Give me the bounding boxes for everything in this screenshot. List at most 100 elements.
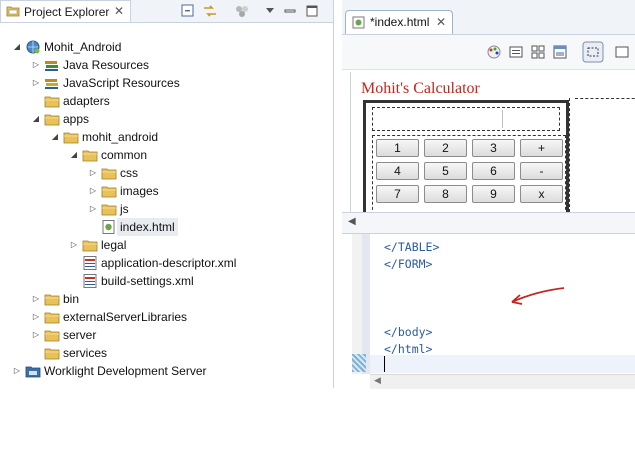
tree-item[interactable]: adapters bbox=[0, 92, 330, 110]
android-project-icon bbox=[25, 40, 41, 54]
tree-item-label: bin bbox=[63, 292, 80, 306]
source-view-icon[interactable] bbox=[508, 44, 524, 60]
tree-item[interactable]: ▷ externalServerLibraries bbox=[0, 308, 330, 326]
display-input[interactable] bbox=[375, 110, 503, 128]
tree-item[interactable]: services bbox=[0, 344, 330, 362]
tree-item[interactable]: build-settings.xml bbox=[0, 272, 330, 290]
scroll-left-icon[interactable]: ◀ bbox=[348, 216, 356, 227]
calculator-table[interactable]: 1 2 3 +4 5 6- 7 8 9 x bbox=[363, 100, 569, 212]
calculator-key[interactable]: 6 bbox=[472, 162, 515, 180]
palette-icon[interactable] bbox=[486, 44, 502, 60]
code-line[interactable]: </FORM> bbox=[384, 257, 432, 271]
tree-item[interactable]: ▷ css bbox=[0, 164, 330, 182]
design-canvas[interactable]: Mohit's Calculator 1 2 3 +4 5 6- 7 8 9 x bbox=[350, 72, 635, 212]
tree-item-label: JavaScript Resources bbox=[63, 76, 180, 90]
server-project-icon bbox=[25, 364, 41, 378]
tree-item[interactable]: ▷ Java Resources bbox=[0, 56, 330, 74]
collapsed-arrow-icon[interactable]: ▷ bbox=[69, 236, 79, 254]
layout-icon[interactable] bbox=[552, 44, 568, 60]
close-icon[interactable]: ✕ bbox=[436, 15, 446, 29]
change-marker bbox=[352, 354, 366, 372]
expanded-arrow-icon[interactable]: ◢ bbox=[31, 110, 41, 128]
code-line[interactable]: </TABLE> bbox=[384, 240, 439, 254]
calculator-display[interactable] bbox=[372, 107, 560, 131]
horizontal-scrollbar[interactable]: ◀ bbox=[370, 374, 635, 389]
folder-icon bbox=[44, 94, 60, 108]
project-explorer-icon bbox=[6, 6, 20, 17]
tree-item[interactable]: index.html bbox=[0, 218, 330, 236]
folder-icon bbox=[82, 148, 98, 162]
calculator-key[interactable]: 8 bbox=[424, 185, 467, 203]
project-explorer-tabbar: Project Explorer ✕ bbox=[0, 0, 333, 23]
collapsed-arrow-icon[interactable]: ▷ bbox=[31, 326, 41, 344]
tree-item[interactable]: ◢ Mohit_Android bbox=[0, 38, 330, 56]
text-caret bbox=[384, 356, 385, 372]
collapsed-arrow-icon[interactable]: ▷ bbox=[88, 182, 98, 200]
tree-item[interactable]: ▷ JavaScript Resources bbox=[0, 74, 330, 92]
split-view-icon[interactable] bbox=[530, 44, 546, 60]
editor-tab-index-html[interactable]: *index.html ✕ bbox=[345, 10, 453, 34]
expanded-arrow-icon[interactable]: ◢ bbox=[69, 146, 79, 164]
focus-icon[interactable] bbox=[234, 3, 250, 19]
design-mode-icon[interactable] bbox=[582, 41, 604, 63]
tree-item[interactable]: ▷ server bbox=[0, 326, 330, 344]
tree-item[interactable]: ▷ Worklight Development Server bbox=[0, 362, 330, 380]
folder-icon bbox=[44, 328, 60, 342]
collapsed-arrow-icon[interactable]: ▷ bbox=[31, 308, 41, 326]
preview-icon[interactable] bbox=[614, 44, 630, 60]
expanded-arrow-icon[interactable]: ◢ bbox=[50, 128, 60, 146]
code-line[interactable]: </body> bbox=[384, 325, 432, 339]
calculator-key[interactable]: 7 bbox=[376, 185, 419, 203]
scroll-left-icon[interactable]: ◀ bbox=[374, 375, 381, 386]
close-icon[interactable]: ✕ bbox=[114, 4, 124, 18]
tree-item-label: mohit_android bbox=[82, 130, 159, 144]
editor-tab-title: *index.html bbox=[370, 15, 430, 29]
view-menu-icon[interactable] bbox=[262, 3, 278, 19]
collapsed-arrow-icon[interactable]: ▷ bbox=[88, 200, 98, 218]
calculator-key[interactable]: x bbox=[520, 185, 563, 203]
folder-icon bbox=[44, 292, 60, 306]
tree-item[interactable]: ◢ mohit_android bbox=[0, 128, 330, 146]
tree-item-label: common bbox=[101, 148, 148, 162]
split-sash[interactable]: ◀ bbox=[342, 212, 635, 234]
collapsed-arrow-icon[interactable]: ▷ bbox=[31, 56, 41, 74]
collapsed-arrow-icon[interactable]: ▷ bbox=[31, 290, 41, 308]
tree-item[interactable]: ▷ bin bbox=[0, 290, 330, 308]
code-line[interactable]: </html> bbox=[384, 342, 432, 356]
calculator-key[interactable]: 1 bbox=[376, 139, 419, 157]
dashed-outline bbox=[575, 98, 635, 99]
calculator-key[interactable]: - bbox=[520, 162, 563, 180]
editor-gutter bbox=[352, 234, 370, 374]
tree-item[interactable]: application-descriptor.xml bbox=[0, 254, 330, 272]
folder-icon bbox=[44, 112, 60, 126]
collapsed-arrow-icon[interactable]: ▷ bbox=[12, 362, 22, 380]
tree-item[interactable]: ▷ images bbox=[0, 182, 330, 200]
tree-item-label: services bbox=[63, 346, 108, 360]
minimize-icon[interactable] bbox=[282, 3, 298, 19]
tree-item[interactable]: ◢ apps bbox=[0, 110, 330, 128]
collapsed-arrow-icon[interactable]: ▷ bbox=[88, 164, 98, 182]
collapse-all-icon[interactable] bbox=[180, 3, 196, 19]
calculator-key[interactable]: 3 bbox=[472, 139, 515, 157]
calculator-key[interactable]: 2 bbox=[424, 139, 467, 157]
tree-item[interactable]: ▷ legal bbox=[0, 236, 330, 254]
maximize-icon[interactable] bbox=[304, 3, 320, 19]
current-line-highlight bbox=[370, 355, 635, 373]
folder-icon bbox=[101, 202, 117, 216]
calculator-key[interactable]: 9 bbox=[472, 185, 515, 203]
project-explorer-view: Project Explorer ✕ ◢ Mohit_Android ▷ Java R… bbox=[0, 0, 334, 388]
link-with-editor-icon[interactable] bbox=[202, 3, 218, 19]
expanded-arrow-icon[interactable]: ◢ bbox=[12, 38, 22, 56]
project-explorer-tab[interactable]: Project Explorer ✕ bbox=[0, 0, 131, 22]
collapsed-arrow-icon[interactable]: ▷ bbox=[31, 74, 41, 92]
tree-item-label: adapters bbox=[63, 94, 110, 108]
calculator-key[interactable]: 4 bbox=[376, 162, 419, 180]
tree-item-label: Mohit_Android bbox=[44, 40, 122, 54]
tree-item[interactable]: ▷ js bbox=[0, 200, 330, 218]
folder-icon bbox=[101, 166, 117, 180]
calculator-key[interactable]: 5 bbox=[424, 162, 467, 180]
tree-item[interactable]: ◢ common bbox=[0, 146, 330, 164]
source-editor[interactable]: </TABLE> </FORM> </body> </html> ◀ bbox=[342, 234, 635, 389]
calculator-key[interactable]: + bbox=[520, 139, 563, 157]
folder-icon bbox=[101, 184, 117, 198]
